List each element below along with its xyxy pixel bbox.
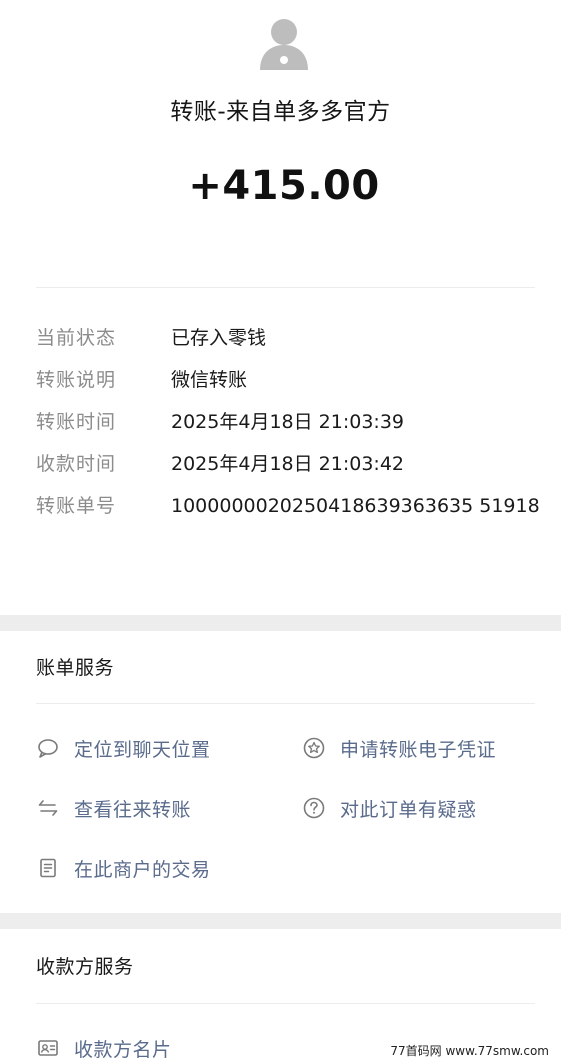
detail-label: 转账单号 <box>36 495 117 517</box>
question-circle-icon <box>302 796 326 820</box>
detail-label: 转账时间 <box>36 411 117 433</box>
detail-value: 微信转账 <box>171 369 248 391</box>
section-gap <box>0 615 561 631</box>
receipt-icon <box>36 856 60 880</box>
payee-card-button[interactable]: 收款方名片 <box>36 1030 172 1064</box>
merchant-transactions-button[interactable]: 在此商户的交易 <box>36 850 211 886</box>
transfer-amount: +415.00 <box>188 163 380 209</box>
order-question-button[interactable]: 对此订单有疑惑 <box>302 790 477 826</box>
bill-services-title: 账单服务 <box>36 657 115 679</box>
payee-services-title: 收款方服务 <box>36 956 134 978</box>
detail-value[interactable]: 1000000020250418639363635 51918 <box>171 488 541 524</box>
service-label: 查看往来转账 <box>74 798 192 821</box>
divider <box>36 1003 535 1004</box>
divider <box>36 287 535 288</box>
view-transfers-button[interactable]: 查看往来转账 <box>36 790 191 826</box>
divider <box>36 703 535 704</box>
detail-value: 已存入零钱 <box>171 327 267 349</box>
watermark: 77首码网 www.77smw.com <box>386 1041 553 1060</box>
transfer-summary: 转账-来自单多多官方 +415.00 当前状态 已存入零钱 转账说明 微信转账 … <box>0 0 561 615</box>
request-voucher-button[interactable]: 申请转账电子凭证 <box>302 730 496 766</box>
chat-bubble-icon <box>36 736 60 760</box>
service-label: 收款方名片 <box>74 1038 172 1061</box>
service-label: 定位到聊天位置 <box>74 738 211 761</box>
star-badge-icon <box>302 736 326 760</box>
detail-value: 2025年4月18日 21:03:39 <box>171 411 404 433</box>
transfer-title: 转账-来自单多多官方 <box>170 99 391 125</box>
detail-value: 2025年4月18日 21:03:42 <box>171 453 404 475</box>
section-gap <box>0 913 561 929</box>
detail-label: 转账说明 <box>36 369 117 391</box>
detail-label: 收款时间 <box>36 453 117 475</box>
locate-chat-button[interactable]: 定位到聊天位置 <box>36 730 211 766</box>
detail-label: 当前状态 <box>36 327 117 349</box>
service-label: 对此订单有疑惑 <box>340 798 477 821</box>
avatar-icon <box>254 12 314 70</box>
service-label: 在此商户的交易 <box>74 858 211 881</box>
contact-card-icon <box>36 1036 60 1060</box>
service-label: 申请转账电子凭证 <box>340 738 497 761</box>
swap-arrows-icon <box>36 796 60 820</box>
